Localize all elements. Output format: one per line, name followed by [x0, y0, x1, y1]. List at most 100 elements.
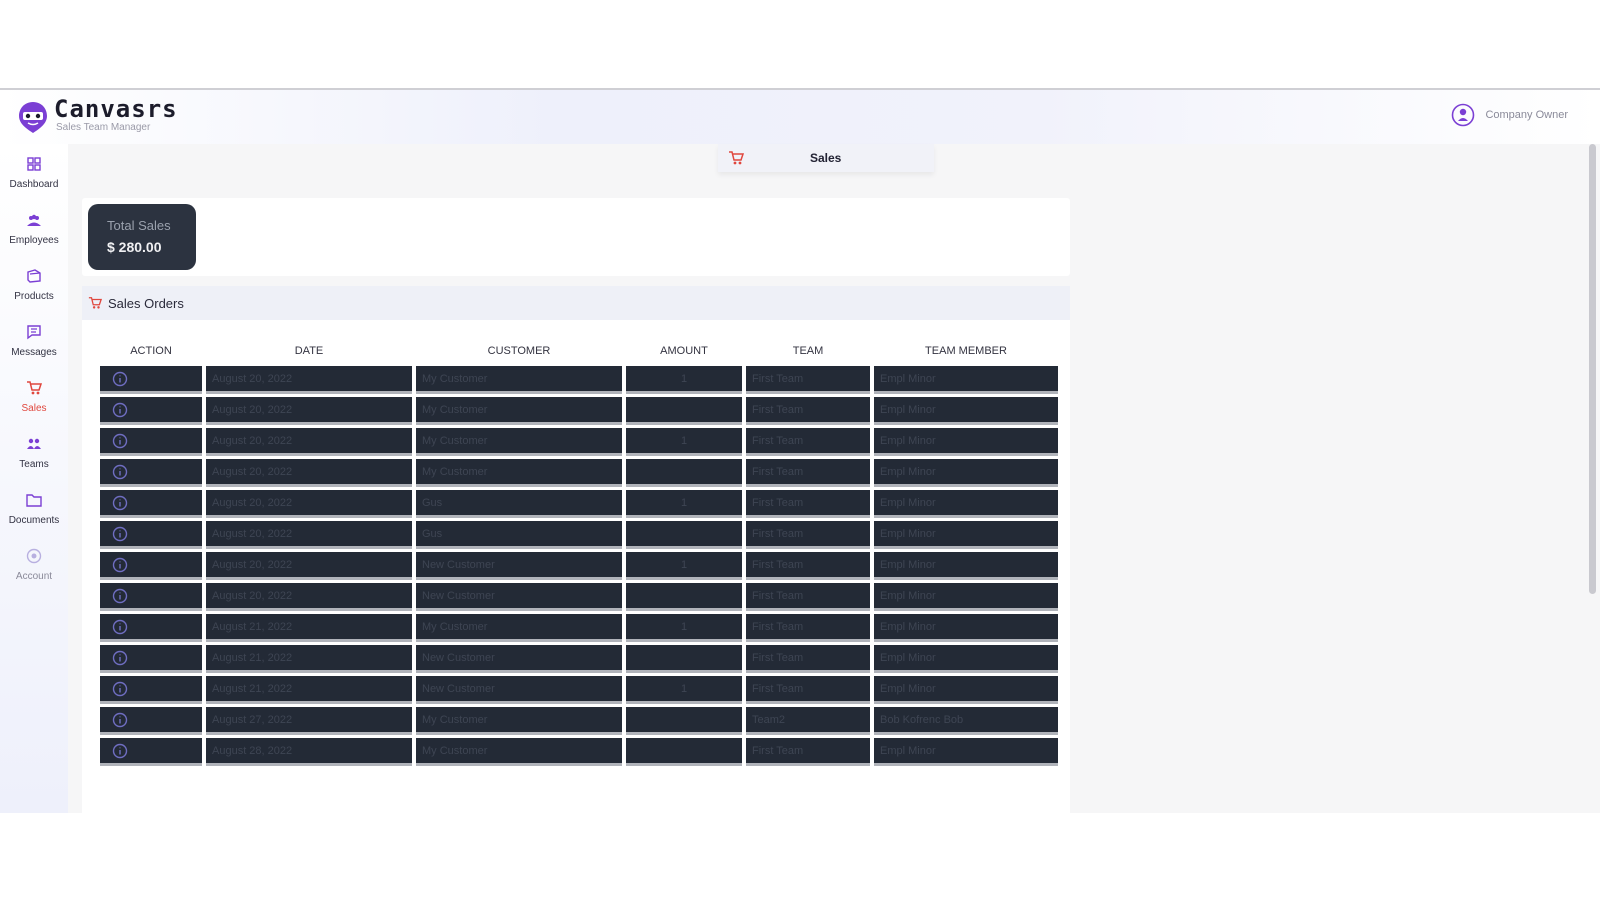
sidebar-label-employees: Employees: [9, 235, 59, 246]
total-sales-value: $ 280.00: [107, 239, 162, 255]
table-row[interactable]: August 20, 2022 My Customer 1 First Team Emp…: [100, 428, 1058, 456]
sidebar-item-sales[interactable]: Sales: [0, 374, 68, 426]
sidebar-item-documents[interactable]: Documents: [0, 486, 68, 538]
tab-label: Sales: [810, 151, 842, 165]
sales-orders-header: Sales Orders: [82, 286, 1070, 320]
info-icon[interactable]: [112, 681, 128, 697]
sidebar-label-sales: Sales: [21, 403, 47, 414]
action-cell: [100, 552, 202, 580]
date-cell: August 21, 2022: [206, 645, 412, 673]
products-icon: [27, 269, 41, 283]
info-icon[interactable]: [112, 526, 128, 542]
user-menu[interactable]: Company Owner: [1451, 103, 1568, 127]
amount-cell: 1: [626, 366, 742, 394]
sidebar-item-dashboard[interactable]: Dashboard: [0, 150, 68, 202]
action-cell: [100, 366, 202, 394]
table-row[interactable]: August 21, 2022 My Customer 1 First Team Emp…: [100, 614, 1058, 642]
customer-cell: My Customer: [416, 707, 622, 735]
dashboard-icon: [27, 157, 41, 171]
action-cell: [100, 459, 202, 487]
info-icon[interactable]: [112, 650, 128, 666]
sidebar-item-teams[interactable]: Teams: [0, 430, 68, 482]
table-row[interactable]: August 20, 2022 New Customer First Team Emp…: [100, 583, 1058, 611]
messages-icon: [27, 325, 41, 340]
amount-cell: [626, 397, 742, 425]
team-cell: First Team: [746, 738, 870, 766]
customer-cell: My Customer: [416, 397, 622, 425]
table-row[interactable]: August 20, 2022 New Customer 1 First Team Em…: [100, 552, 1058, 580]
amount-cell: 1: [626, 676, 742, 704]
table-row[interactable]: August 21, 2022 New Customer First Team Emp…: [100, 645, 1058, 673]
sidebar-item-products[interactable]: Products: [0, 262, 68, 314]
info-icon[interactable]: [112, 371, 128, 387]
info-icon[interactable]: [112, 495, 128, 511]
sidebar-item-messages[interactable]: Messages: [0, 318, 68, 370]
sidebar-label-account: Account: [15, 571, 53, 582]
team-cell: Team2: [746, 707, 870, 735]
action-cell: [100, 397, 202, 425]
info-icon[interactable]: [112, 557, 128, 573]
column-header-date[interactable]: Date: [206, 339, 412, 363]
info-icon[interactable]: [112, 433, 128, 449]
brand[interactable]: Canvasrs Sales Team Manager: [16, 96, 178, 134]
teams-icon: [27, 438, 41, 449]
customer-cell: My Customer: [416, 428, 622, 456]
employees-icon: [27, 214, 41, 226]
sidebar-item-employees[interactable]: Employees: [0, 206, 68, 258]
info-icon[interactable]: [112, 743, 128, 759]
info-icon[interactable]: [112, 402, 128, 418]
amount-cell: [626, 521, 742, 549]
table-row[interactable]: August 21, 2022 New Customer 1 First Team Em…: [100, 676, 1058, 704]
page-scrollbar[interactable]: [1589, 144, 1596, 594]
team-cell: First Team: [746, 614, 870, 642]
sidebar-label-documents: Documents: [8, 515, 60, 526]
table-row[interactable]: August 28, 2022 My Customer First Team Empl…: [100, 738, 1058, 766]
customer-cell: My Customer: [416, 614, 622, 642]
team-cell: First Team: [746, 676, 870, 704]
table-row[interactable]: August 20, 2022 Gus First Team Empl Minor: [100, 521, 1058, 549]
column-header-amount[interactable]: Amount: [626, 339, 742, 363]
table-row[interactable]: August 20, 2022 Gus 1 First Team Empl Minor: [100, 490, 1058, 518]
info-icon[interactable]: [112, 619, 128, 635]
team-cell: First Team: [746, 397, 870, 425]
team-member-cell: Empl Minor: [874, 428, 1058, 456]
table-row[interactable]: August 20, 2022 My Customer First Team Empl…: [100, 459, 1058, 487]
team-member-cell: Empl Minor: [874, 521, 1058, 549]
tab-sales[interactable]: Sales: [718, 144, 934, 172]
sidebar: Dashboard Employees Products Messages Sa…: [0, 144, 68, 813]
date-cell: August 20, 2022: [206, 459, 412, 487]
table-row[interactable]: August 20, 2022 My Customer First Team Empl…: [100, 397, 1058, 425]
team-member-cell: Empl Minor: [874, 459, 1058, 487]
cart-icon: [729, 151, 744, 165]
brand-name: Canvasrs: [54, 95, 178, 123]
team-member-cell: Empl Minor: [874, 645, 1058, 673]
column-header-team[interactable]: Team: [746, 339, 870, 363]
info-icon[interactable]: [112, 588, 128, 604]
sidebar-item-account[interactable]: Account: [0, 542, 68, 594]
date-cell: August 27, 2022: [206, 707, 412, 735]
column-header-team-member[interactable]: Team Member: [874, 339, 1058, 363]
table-row[interactable]: August 20, 2022 My Customer 1 First Team Emp…: [100, 366, 1058, 394]
date-cell: August 28, 2022: [206, 738, 412, 766]
team-member-cell: Empl Minor: [874, 490, 1058, 518]
column-header-customer[interactable]: Customer: [416, 339, 622, 363]
cart-icon: [27, 381, 42, 395]
info-icon[interactable]: [112, 712, 128, 728]
user-role: Company Owner: [1485, 109, 1568, 121]
amount-cell: [626, 459, 742, 487]
total-sales-card: Total Sales $ 280.00: [88, 204, 196, 270]
team-member-cell: Bob Kofrenc Bob: [874, 707, 1058, 735]
brand-tagline: Sales Team Manager: [56, 122, 151, 133]
date-cell: August 20, 2022: [206, 428, 412, 456]
customer-cell: My Customer: [416, 459, 622, 487]
amount-cell: [626, 583, 742, 611]
column-header-action[interactable]: Action: [100, 339, 202, 363]
table-row[interactable]: August 27, 2022 My Customer Team2 Bob Kofre…: [100, 707, 1058, 735]
team-member-cell: Empl Minor: [874, 583, 1058, 611]
customer-cell: Gus: [416, 521, 622, 549]
info-icon[interactable]: [112, 464, 128, 480]
sales-orders-title: Sales Orders: [108, 295, 184, 311]
date-cell: August 20, 2022: [206, 366, 412, 394]
sidebar-label-messages: Messages: [11, 347, 57, 358]
team-cell: First Team: [746, 583, 870, 611]
